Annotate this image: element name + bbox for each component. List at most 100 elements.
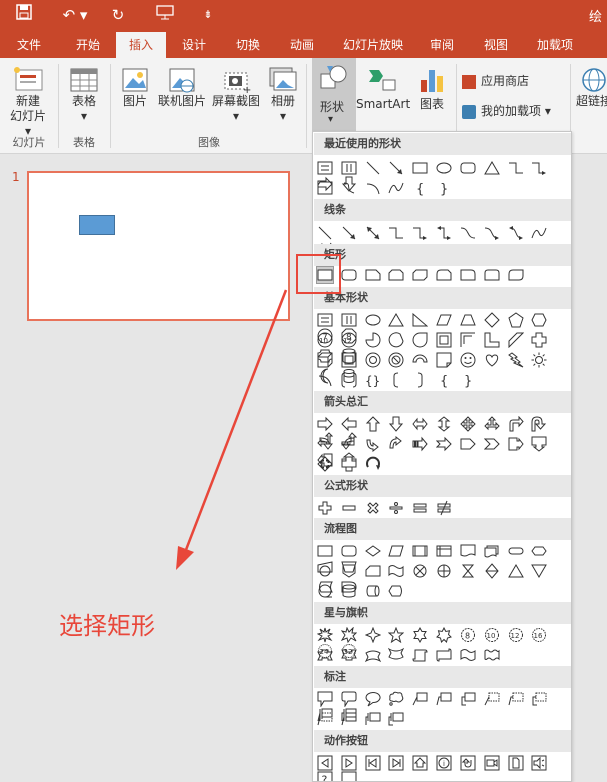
elbow-arrow-connector-shape-icon[interactable] bbox=[531, 160, 547, 176]
arc-shape-icon[interactable] bbox=[317, 372, 333, 388]
divide-shape-icon[interactable] bbox=[388, 500, 404, 516]
arrow-line-shape-icon[interactable] bbox=[341, 225, 357, 241]
flowchart-magnetic-disk-shape-icon[interactable] bbox=[341, 583, 357, 599]
circular-arrow-shape-icon[interactable] bbox=[365, 456, 381, 472]
action-end-button-icon[interactable] bbox=[388, 755, 404, 771]
cross-shape-icon[interactable] bbox=[531, 332, 547, 348]
flowchart-summing-junction-shape-icon[interactable] bbox=[412, 563, 428, 579]
trapezoid-shape-icon[interactable] bbox=[460, 312, 476, 328]
ribbon-up-shape-icon[interactable] bbox=[317, 647, 333, 663]
action-forward-button-icon[interactable] bbox=[341, 755, 357, 771]
flowchart-multidocument-shape-icon[interactable] bbox=[484, 543, 500, 559]
donut-shape-icon[interactable] bbox=[365, 352, 381, 368]
sun-shape-icon[interactable] bbox=[531, 352, 547, 368]
diamond-shape-icon[interactable] bbox=[484, 312, 500, 328]
left-brace-shape-icon[interactable]: { bbox=[412, 180, 428, 196]
flowchart-collate-shape-icon[interactable] bbox=[460, 563, 476, 579]
left-right-arrow-shape-icon[interactable] bbox=[412, 416, 428, 432]
left-arrow-shape-icon[interactable] bbox=[341, 416, 357, 432]
quad-arrow-shape-icon[interactable] bbox=[460, 416, 476, 432]
flowchart-data-shape-icon[interactable] bbox=[388, 543, 405, 559]
bent-arrow-shape-icon[interactable] bbox=[508, 416, 524, 432]
oval-shape-icon[interactable] bbox=[436, 160, 452, 176]
line-callout-2-border-shape-icon[interactable] bbox=[508, 691, 524, 707]
snip-diagonal-rectangle-shape-icon[interactable] bbox=[412, 267, 428, 283]
line-callout-1-border-shape-icon[interactable] bbox=[484, 691, 500, 707]
multiply-shape-icon[interactable] bbox=[365, 500, 381, 516]
notched-right-arrow-shape-icon[interactable] bbox=[436, 436, 452, 452]
star-8-point-shape-icon[interactable]: 8 bbox=[460, 627, 476, 643]
line-callout-2-shape-icon[interactable] bbox=[436, 691, 452, 707]
frame-shape-icon[interactable] bbox=[436, 332, 452, 348]
heart-shape-icon[interactable] bbox=[484, 352, 500, 368]
flowchart-offpage-connector-shape-icon[interactable] bbox=[341, 563, 357, 579]
action-home-button-icon[interactable] bbox=[412, 755, 428, 771]
line-callout-1-shape-icon[interactable] bbox=[412, 691, 428, 707]
arc-shape-icon[interactable] bbox=[365, 180, 381, 196]
line-callout-border-accent-3-shape-icon[interactable] bbox=[388, 711, 404, 727]
double-wave-shape-icon[interactable] bbox=[484, 647, 500, 663]
smiley-face-shape-icon[interactable] bbox=[460, 352, 476, 368]
oval-shape-icon[interactable] bbox=[365, 312, 381, 328]
action-movie-button-icon[interactable] bbox=[484, 755, 500, 771]
action-return-button-icon[interactable] bbox=[460, 755, 476, 771]
horizontal-scroll-shape-icon[interactable] bbox=[436, 647, 452, 663]
flowchart-internal-storage-shape-icon[interactable] bbox=[436, 543, 452, 559]
flowchart-merge-shape-icon[interactable] bbox=[531, 563, 548, 579]
triangle-shape-icon[interactable] bbox=[388, 312, 405, 328]
folded-corner-shape-icon[interactable] bbox=[436, 352, 452, 368]
right-brace-shape-icon[interactable]: } bbox=[436, 180, 452, 196]
down-arrow-shape-icon[interactable] bbox=[388, 416, 404, 432]
right-arrow-callout-shape-icon[interactable] bbox=[508, 436, 524, 452]
l-shape-icon[interactable] bbox=[484, 332, 500, 348]
star-4-point-shape-icon[interactable] bbox=[364, 627, 381, 643]
curve-shape-icon[interactable] bbox=[531, 225, 547, 241]
bevel-shape-icon[interactable] bbox=[341, 352, 357, 368]
rounded-rectangular-callout-shape-icon[interactable] bbox=[341, 691, 357, 707]
action-back-button-icon[interactable] bbox=[317, 755, 333, 771]
decagon-shape-icon[interactable]: 10 bbox=[317, 332, 333, 348]
oval-callout-shape-icon[interactable] bbox=[365, 691, 381, 707]
flowchart-preparation-shape-icon[interactable] bbox=[531, 543, 548, 559]
curved-double-arrow-shape-icon[interactable] bbox=[508, 225, 524, 241]
double-arrow-line-shape-icon[interactable] bbox=[365, 225, 381, 241]
block-arc-shape-icon[interactable] bbox=[412, 352, 428, 368]
curved-down-arrow-shape-icon[interactable] bbox=[388, 436, 404, 452]
rounded-rectangle-shape-icon[interactable] bbox=[460, 160, 476, 176]
rounded-rectangle-shape-icon[interactable] bbox=[341, 267, 357, 283]
textbox-shape-icon[interactable] bbox=[317, 312, 333, 328]
flowchart-card-shape-icon[interactable] bbox=[365, 563, 381, 579]
flowchart-alternate-process-shape-icon[interactable] bbox=[341, 543, 357, 559]
action-document-button-icon[interactable] bbox=[508, 755, 524, 771]
explosion-2-shape-icon[interactable] bbox=[340, 627, 357, 643]
striped-right-arrow-shape-icon[interactable] bbox=[412, 436, 428, 452]
line-callout-border-accent-2-shape-icon[interactable] bbox=[365, 711, 381, 727]
curved-up-arrow-shape-icon[interactable] bbox=[365, 436, 381, 452]
line-callout-3-shape-icon[interactable] bbox=[460, 691, 476, 707]
left-brace-shape-icon[interactable]: { bbox=[436, 372, 452, 388]
flowchart-sequential-access-storage-shape-icon[interactable] bbox=[317, 583, 333, 599]
elbow-connector-shape-icon[interactable] bbox=[388, 225, 404, 241]
curve-shape-icon[interactable] bbox=[388, 180, 404, 196]
vertical-textbox-shape-icon[interactable] bbox=[341, 160, 357, 176]
curved-ribbon-up-shape-icon[interactable] bbox=[364, 647, 381, 663]
round-diagonal-rectangle-shape-icon[interactable] bbox=[508, 267, 524, 283]
triangle-shape-icon[interactable] bbox=[483, 160, 500, 176]
flowchart-process-shape-icon[interactable] bbox=[317, 543, 333, 559]
chevron-shape-icon[interactable] bbox=[483, 436, 500, 452]
line-shape-icon[interactable] bbox=[317, 225, 333, 241]
snip-rectangle-shape-icon[interactable] bbox=[317, 180, 333, 196]
right-brace-shape-icon[interactable]: } bbox=[460, 372, 476, 388]
rectangular-callout-shape-icon[interactable] bbox=[317, 691, 333, 707]
flowchart-display-shape-icon[interactable] bbox=[388, 583, 404, 599]
action-beginning-button-icon[interactable] bbox=[365, 755, 381, 771]
flowchart-document-shape-icon[interactable] bbox=[460, 543, 476, 559]
flowchart-direct-access-storage-shape-icon[interactable] bbox=[365, 583, 381, 599]
not-equal-shape-icon[interactable] bbox=[436, 500, 452, 516]
star-6-point-shape-icon[interactable] bbox=[412, 627, 428, 643]
flowchart-predefined-process-shape-icon[interactable] bbox=[412, 543, 428, 559]
star-7-point-shape-icon[interactable] bbox=[436, 627, 453, 643]
flowchart-terminator-shape-icon[interactable] bbox=[508, 543, 524, 559]
explosion-1-shape-icon[interactable] bbox=[317, 627, 333, 643]
pentagon-shape-icon[interactable] bbox=[508, 312, 524, 328]
